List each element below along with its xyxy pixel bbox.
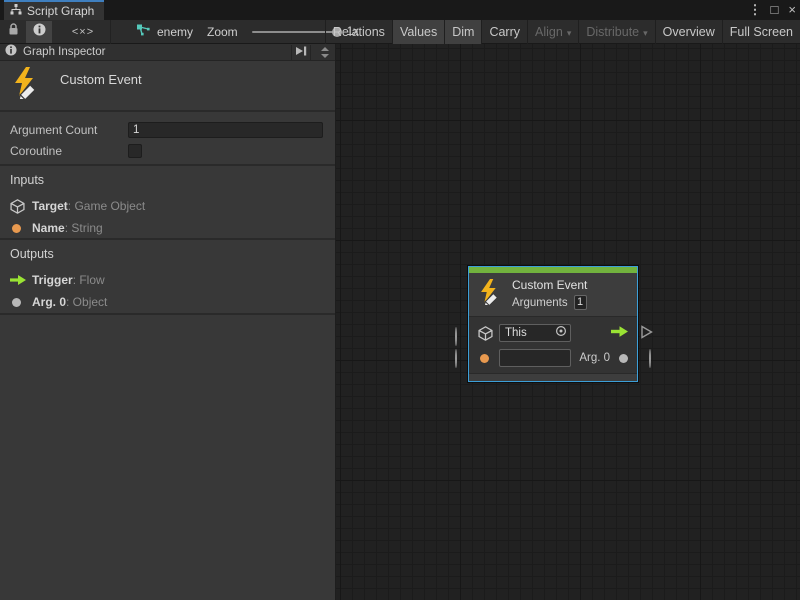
argument-count-input[interactable]: 1 bbox=[128, 122, 323, 138]
argument-count-row: Argument Count 1 bbox=[10, 121, 323, 139]
input-row-target: Target : Game Object bbox=[10, 195, 325, 217]
graph-network-icon bbox=[136, 24, 151, 40]
tab-script-graph[interactable]: Script Graph bbox=[4, 0, 104, 20]
trigger-arrow-icon bbox=[611, 324, 628, 342]
full-screen-button[interactable]: Full Screen bbox=[722, 20, 800, 44]
outputs-heading: Outputs bbox=[10, 247, 325, 261]
graph-inspector-panel: Graph Inspector bbox=[0, 44, 336, 600]
node-arguments: Arguments 1 bbox=[512, 295, 587, 310]
inspector-title: Graph Inspector bbox=[23, 46, 285, 58]
node-title: Custom Event bbox=[512, 278, 587, 292]
toolbar-separator bbox=[110, 20, 111, 44]
coroutine-label: Coroutine bbox=[10, 144, 128, 158]
custom-event-icon bbox=[477, 279, 503, 310]
arg0-output-label: Arg. 0 bbox=[579, 352, 610, 364]
arguments-count-field[interactable]: 1 bbox=[574, 295, 587, 310]
cube-icon bbox=[10, 199, 32, 214]
coroutine-row: Coroutine bbox=[10, 142, 323, 160]
cube-icon bbox=[478, 326, 499, 341]
graph-toolbar: <×> enemy Zoom 1x Relations Values bbox=[0, 20, 800, 44]
port-in-name[interactable] bbox=[455, 350, 457, 368]
panel-scroll-spinner[interactable] bbox=[317, 45, 333, 60]
align-dropdown[interactable]: Align ▾ bbox=[527, 20, 578, 44]
input-row-name: Name : String bbox=[10, 217, 325, 239]
inputs-heading: Inputs bbox=[10, 173, 325, 187]
event-name-input[interactable] bbox=[499, 349, 571, 367]
zoom-label: Zoom bbox=[207, 25, 238, 39]
event-header-section: Custom Event bbox=[0, 61, 335, 112]
graph-hierarchy-icon bbox=[10, 2, 22, 20]
lock-button[interactable] bbox=[2, 21, 24, 43]
dock-right-icon bbox=[295, 43, 307, 61]
output-row-trigger: Trigger : Flow bbox=[10, 269, 325, 291]
overview-button[interactable]: Overview bbox=[655, 20, 722, 44]
custom-event-icon bbox=[10, 67, 42, 104]
arg0-output-dot bbox=[619, 354, 628, 363]
lock-icon bbox=[8, 23, 19, 41]
string-port-icon bbox=[10, 224, 32, 233]
script-graph-window: Script Graph ⋮ □ × bbox=[0, 0, 800, 600]
object-port-icon bbox=[10, 298, 32, 307]
scroll-up-icon[interactable] bbox=[321, 47, 329, 51]
graph-canvas[interactable]: Custom Event Arguments 1 bbox=[336, 44, 800, 600]
event-title: Custom Event bbox=[60, 72, 142, 87]
graph-name-label: enemy bbox=[157, 25, 193, 39]
event-settings-section: Argument Count 1 Coroutine bbox=[0, 112, 335, 166]
arguments-label: Arguments bbox=[512, 297, 568, 309]
chevron-down-icon: ▾ bbox=[643, 28, 648, 39]
tab-strip: Script Graph ⋮ □ × bbox=[0, 0, 800, 20]
chevron-down-icon: ▾ bbox=[567, 28, 572, 39]
info-icon bbox=[5, 43, 17, 61]
argument-count-label: Argument Count bbox=[10, 123, 128, 137]
info-icon bbox=[33, 23, 46, 41]
tab-label: Script Graph bbox=[27, 4, 94, 18]
port-out-arg0[interactable] bbox=[649, 350, 651, 368]
dim-button[interactable]: Dim bbox=[444, 20, 481, 44]
code-view-button[interactable]: <×> bbox=[60, 21, 106, 43]
toolbar-buttons: Relations Values Dim Carry Align ▾ Distr… bbox=[325, 20, 800, 44]
node-body: This bbox=[469, 317, 637, 374]
target-dropdown[interactable]: This bbox=[499, 324, 571, 342]
node-name-row: Arg. 0 bbox=[478, 348, 628, 368]
flow-arrow-icon bbox=[10, 275, 32, 285]
graph-breadcrumb[interactable]: enemy bbox=[136, 20, 193, 44]
distribute-dropdown[interactable]: Distribute ▾ bbox=[578, 20, 654, 44]
port-in-target[interactable] bbox=[455, 328, 457, 346]
dock-panel-button[interactable] bbox=[291, 45, 311, 60]
node-header[interactable]: Custom Event Arguments 1 bbox=[469, 273, 637, 317]
carry-button[interactable]: Carry bbox=[481, 20, 527, 44]
output-row-arg0: Arg. 0 : Object bbox=[10, 291, 325, 313]
node-footer bbox=[469, 373, 637, 381]
close-icon[interactable]: × bbox=[788, 0, 796, 20]
values-button[interactable]: Values bbox=[392, 20, 444, 44]
relations-button[interactable]: Relations bbox=[325, 20, 392, 44]
inputs-section: Inputs Target : Game Object Name : Strin… bbox=[0, 166, 335, 240]
node-target-row: This bbox=[478, 323, 628, 343]
inspector-toggle-button[interactable] bbox=[26, 21, 52, 43]
graph-inspector-header: Graph Inspector bbox=[0, 44, 335, 61]
custom-event-node[interactable]: Custom Event Arguments 1 bbox=[468, 266, 638, 382]
scroll-down-icon[interactable] bbox=[321, 54, 329, 58]
coroutine-checkbox[interactable] bbox=[128, 144, 142, 158]
maximize-icon[interactable]: □ bbox=[771, 0, 779, 20]
target-picker-icon bbox=[555, 324, 567, 342]
window-controls: ⋮ □ × bbox=[749, 0, 796, 20]
window-menu-icon[interactable]: ⋮ bbox=[749, 0, 761, 20]
string-port-icon bbox=[478, 354, 499, 363]
outputs-section: Outputs Trigger : Flow Arg. 0 : Object bbox=[0, 240, 335, 315]
port-out-trigger[interactable] bbox=[640, 325, 653, 344]
